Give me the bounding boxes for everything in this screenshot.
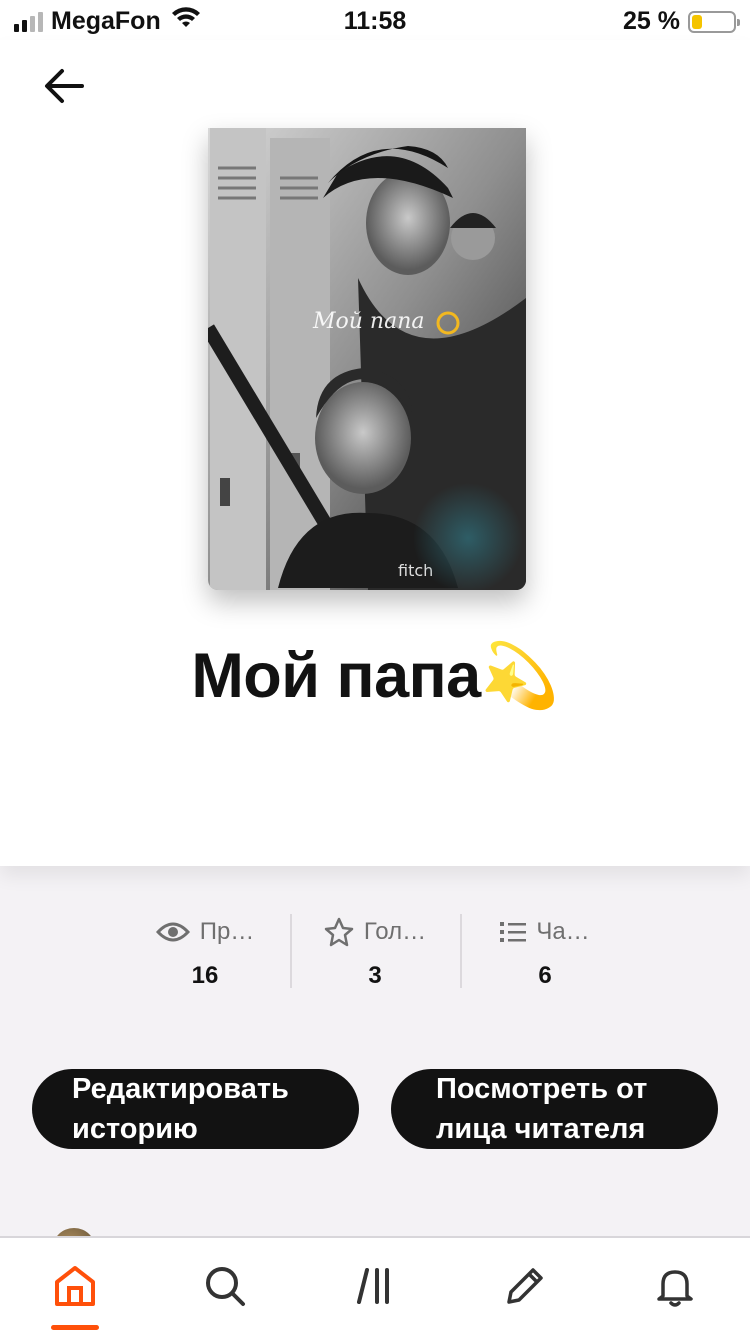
edit-story-label-line2: историю [72, 1113, 198, 1145]
home-icon [55, 1266, 95, 1306]
status-left: MegaFon [14, 7, 201, 36]
stat-parts: Ча… 6 [460, 912, 630, 992]
battery-icon [688, 10, 740, 33]
notifications-icon [657, 1270, 693, 1307]
stat-reads-label: Пр… [199, 918, 255, 945]
battery-level [692, 14, 702, 29]
back-button[interactable] [36, 58, 92, 114]
nav-library[interactable] [300, 1238, 450, 1334]
nav-active-indicator [51, 1325, 99, 1330]
story-title: Мой папа💫 [191, 641, 559, 711]
star-icon [324, 917, 354, 947]
story-header-card: fitch Мой папа Мой папа💫 [0, 40, 750, 866]
nav-write[interactable] [450, 1238, 600, 1334]
reader-preview-label-line1: Посмотреть от [436, 1073, 648, 1105]
reader-preview-label-line2: лица читателя [436, 1113, 646, 1145]
cover-overlay-text: Мой папа [312, 309, 425, 334]
nav-home[interactable] [0, 1238, 150, 1334]
status-right: 25 % [623, 7, 740, 36]
nav-search[interactable] [150, 1238, 300, 1334]
edit-story-button[interactable]: Редактировать историю [32, 1069, 359, 1149]
stat-votes: Гол… 3 [290, 912, 460, 992]
library-icon [357, 1268, 389, 1304]
story-cover-image: fitch Мой папа [208, 128, 526, 590]
stat-votes-value: 3 [368, 962, 382, 989]
eye-icon [155, 922, 190, 942]
carrier-name: MegaFon [51, 7, 161, 35]
arrow-left-icon [45, 69, 84, 103]
stat-parts-label: Ча… [536, 918, 590, 945]
story-stats: Пр… 16 Гол… 3 Ча… 6 [120, 912, 630, 992]
list-icon [500, 922, 527, 942]
reader-preview-button[interactable]: Посмотреть от лица читателя [391, 1069, 718, 1149]
write-icon [507, 1268, 543, 1304]
search-icon [206, 1267, 245, 1306]
nav-notifications[interactable] [600, 1238, 750, 1334]
stat-votes-label: Гол… [363, 918, 427, 945]
status-bar: MegaFon 11:58 25 % [0, 0, 750, 40]
battery-percent: 25 % [623, 7, 680, 35]
bottom-navigation [0, 1236, 750, 1334]
wifi-icon [171, 7, 201, 36]
stat-reads: Пр… 16 [120, 912, 290, 992]
signal-strength-icon [14, 11, 43, 32]
stat-reads-value: 16 [191, 962, 219, 989]
stat-parts-value: 6 [538, 962, 552, 989]
edit-story-label-line1: Редактировать [72, 1073, 289, 1105]
